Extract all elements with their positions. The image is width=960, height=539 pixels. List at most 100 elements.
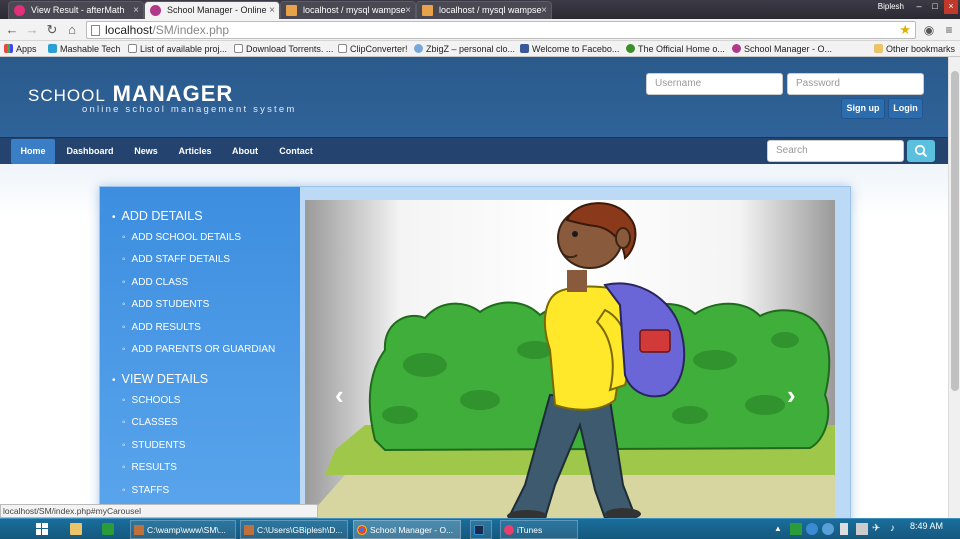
sidebar-item-results[interactable]: RESULTS [122,462,177,473]
taskbar-app[interactable]: C:\wamp\www\SM\... [130,520,236,539]
view-details-heading[interactable]: VIEW DETAILS [112,372,209,386]
tray-app-icon[interactable] [822,523,834,535]
bookmark-star-icon[interactable]: ★ [899,22,911,38]
close-icon[interactable]: × [133,2,139,19]
sidebar-item-add-class[interactable]: ADD CLASS [122,277,189,288]
bookmark-item[interactable]: Download Torrents. ... [234,43,333,55]
bookmark-item[interactable]: List of available proj... [128,43,227,55]
tab-favicon-icon [14,5,25,16]
username-input[interactable]: Username [646,73,783,95]
nav-articles[interactable]: Articles [173,138,217,164]
file-explorer-icon[interactable] [70,523,82,535]
tab-label: View Result - afterMath [31,5,125,15]
bookmark-apps[interactable]: Apps [4,43,37,55]
taskbar-app[interactable] [470,520,492,539]
bookmark-item[interactable]: Welcome to Facebo... [520,43,619,55]
home-icon[interactable]: ⌂ [63,21,81,39]
search-button[interactable] [907,140,935,162]
nav-contact[interactable]: Contact [274,138,318,164]
mashable-icon [48,44,57,53]
sidebar-item-add-staff[interactable]: ADD STAFF DETAILS [122,254,231,265]
address-bar[interactable]: localhost/SM/index.php ★ [86,21,916,39]
close-icon[interactable]: × [269,2,275,19]
page-icon [91,25,100,36]
signup-button[interactable]: Sign up [841,98,885,119]
browser-tab[interactable]: View Result - afterMath × [8,1,144,19]
taskbar-app-label: School Manager - O... [370,525,454,535]
taskbar-clock[interactable]: 8:49 AM [910,521,943,531]
maximize-icon[interactable]: □ [928,0,942,14]
back-icon[interactable]: ← [3,21,21,39]
browser-tab[interactable]: localhost / mysql wampse × [416,1,552,19]
sidebar-item-add-parents[interactable]: ADD PARENTS OR GUARDIAN [122,344,276,355]
close-icon[interactable]: × [541,2,547,19]
bookmark-item[interactable]: The Official Home o... [626,43,725,55]
bookmark-label: Download Torrents. ... [246,44,334,54]
tab-label: localhost / mysql wampse [439,5,542,15]
sidebar-item-add-students[interactable]: ADD STUDENTS [122,299,210,310]
sidebar-item-students[interactable]: STUDENTS [122,440,186,451]
start-icon[interactable] [36,523,48,535]
logo-manager: Manager [112,81,234,106]
nav-about[interactable]: About [227,138,263,164]
tray-app-icon[interactable] [790,523,802,535]
sidebar-item-staffs[interactable]: STAFFS [122,485,170,496]
minimize-icon[interactable]: – [912,0,926,14]
tab-label: School Manager - Online [167,5,267,15]
bookmark-item[interactable]: ZbigZ – personal clo... [414,43,515,55]
image-carousel: ‹ › [305,200,835,518]
url-path: /SM/index.php [152,23,230,37]
reload-icon[interactable]: ↻ [43,21,61,39]
page-scrollbar[interactable] [948,57,960,518]
tray-app-icon[interactable] [806,523,818,535]
menu-icon[interactable]: ≡ [940,21,958,39]
add-details-heading[interactable]: ADD DETAILS [112,209,203,223]
nav-news[interactable]: News [128,138,164,164]
volume-icon[interactable]: ♪ [890,523,902,535]
bookmark-item[interactable]: Mashable Tech [48,43,120,55]
close-icon[interactable]: × [405,2,411,19]
bookmark-item[interactable]: School Manager - O... [732,43,832,55]
main-navbar: Home Dashboard News Articles About Conta… [0,137,948,164]
folder-icon [874,44,883,53]
taskbar-app-active[interactable]: School Manager - O... [353,520,461,539]
taskbar-app-label: C:\wamp\www\SM\... [147,525,226,535]
scrollbar-thumb[interactable] [951,71,959,391]
browser-tab-strip: View Result - afterMath × School Manager… [0,0,960,19]
taskbar-app[interactable]: C:\Users\GBiplesh\D... [240,520,348,539]
airplane-icon[interactable]: ✈ [872,523,884,535]
battery-icon[interactable] [840,523,848,535]
taskbar-app[interactable]: iTunes [500,520,578,539]
windows-taskbar: C:\wamp\www\SM\... C:\Users\GBiplesh\D..… [0,518,960,539]
bookmark-other[interactable]: Other bookmarks [874,43,955,55]
site-header: School Manager online school management … [0,57,948,137]
password-input[interactable]: Password [787,73,924,95]
browser-tab[interactable]: localhost / mysql wampse × [280,1,416,19]
sidebar-item-add-results[interactable]: ADD RESULTS [122,322,201,333]
nav-home[interactable]: Home [11,139,55,164]
extension-icon[interactable]: ◉ [920,21,938,39]
tab-favicon-icon [422,5,433,16]
taskbar-app-label: C:\Users\GBiplesh\D... [257,525,343,535]
browser-tab-active[interactable]: School Manager - Online × [144,1,280,19]
action-center-icon[interactable] [856,523,868,535]
store-icon[interactable] [102,523,114,535]
search-input[interactable]: Search [767,140,904,162]
sidebar-item-schools[interactable]: SCHOOLS [122,395,181,406]
tab-favicon-icon [150,5,161,16]
nav-dashboard[interactable]: Dashboard [62,138,118,164]
login-button[interactable]: Login [888,98,923,119]
sidebar-item-classes[interactable]: CLASSES [122,417,178,428]
chrome-icon [357,525,367,535]
sidebar-item-add-school[interactable]: ADD SCHOOL DETAILS [122,232,241,243]
taskbar-app-label: iTunes [517,525,543,535]
tray-expand-icon[interactable]: ▲ [774,525,782,533]
forward-icon[interactable]: → [23,21,41,39]
close-window-icon[interactable]: × [944,0,958,14]
browser-user-name[interactable]: Biplesh [878,2,904,11]
cloud-icon [414,44,423,53]
chevron-right-icon[interactable]: › [787,380,796,411]
chevron-left-icon[interactable]: ‹ [335,380,344,411]
bookmark-label: Apps [16,44,37,54]
bookmark-item[interactable]: ClipConverter! [338,43,408,55]
